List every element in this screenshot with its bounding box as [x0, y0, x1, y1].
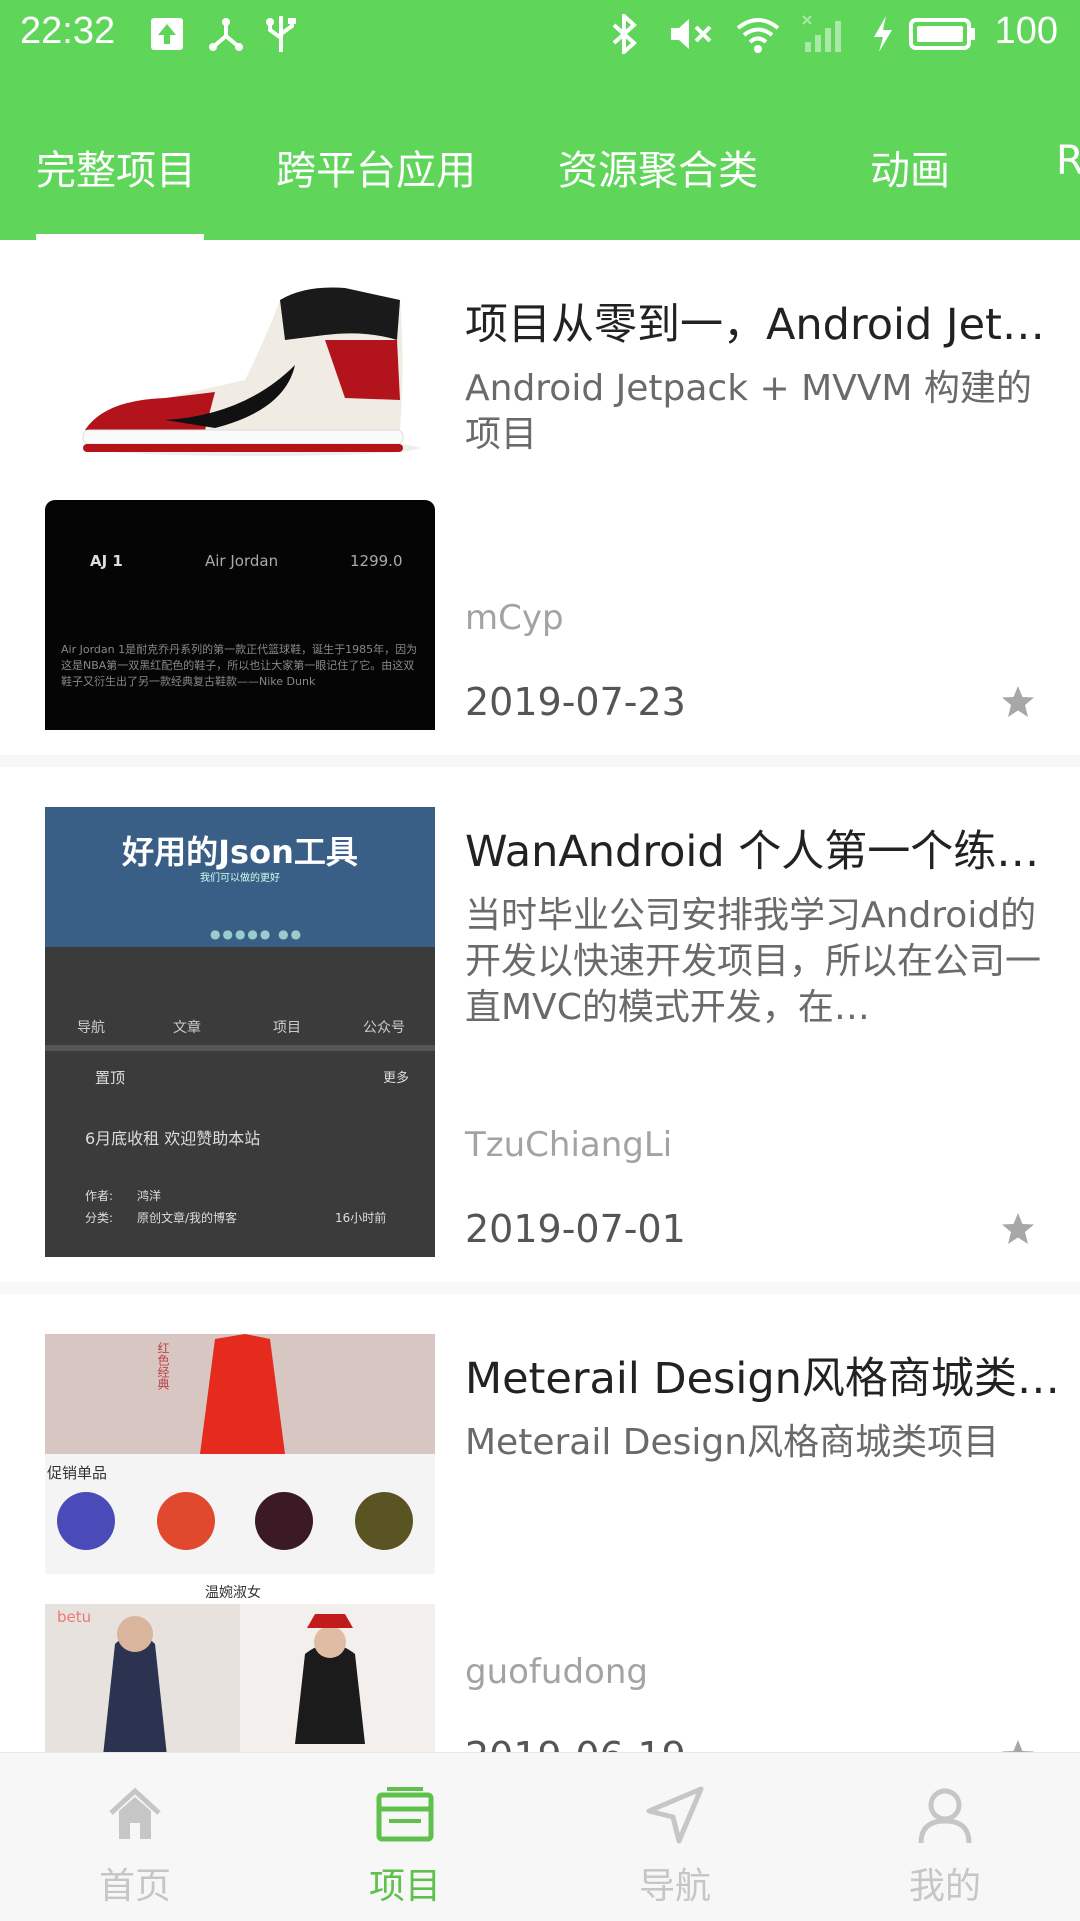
category-tabs: 完整项目 跨平台应用 资源聚合类 动画 R	[0, 120, 1080, 240]
charging-icon	[870, 14, 896, 54]
project-description: Android Jetpack + MVVM 构建的项目	[465, 368, 1032, 455]
tab-complete-projects[interactable]: 完整项目	[36, 138, 196, 196]
tab-animation[interactable]: 动画	[870, 138, 950, 196]
tab-more[interactable]: R	[1056, 138, 1080, 184]
nav-navigation[interactable]: 导航	[540, 1753, 810, 1921]
product-card-preview: AJ 1 Air Jordan 1299.0 Air Jordan 1是耐克乔丹…	[45, 500, 435, 730]
project-description: 当时毕业公司安排我学习Android的开发以快速开发项目，所以在公司一直MVC的…	[465, 895, 1042, 1028]
project-thumbnail: AJ 1 Air Jordan 1299.0 Air Jordan 1是耐克乔丹…	[45, 280, 435, 730]
usb-icon	[263, 14, 299, 54]
home-icon	[109, 1787, 161, 1839]
nav-home[interactable]: 首页	[0, 1753, 270, 1921]
project-card[interactable]: 红色经典 促销单品 温婉淑女 betu Meterail Design风格商城类…	[0, 1294, 1080, 1752]
tab-resource-aggregation[interactable]: 资源聚合类	[558, 138, 758, 196]
nav-profile[interactable]: 我的	[810, 1753, 1080, 1921]
fashion-gallery: betu	[45, 1604, 435, 1752]
project-date: 2019-07-01	[465, 1207, 686, 1251]
bottom-navigation: 首页 项目 导航 我的	[0, 1752, 1080, 1921]
project-card[interactable]: 好用的Json工具 我们可以做的更好 ●●●●● ●● 导航 文章 项目 公众号…	[0, 767, 1080, 1282]
project-title: WanAndroid 个人第一个练…	[465, 827, 1040, 877]
project-title: Meterail Design风格商城类…	[465, 1354, 1060, 1404]
sneaker-image	[45, 280, 435, 480]
project-author: mCyp	[465, 598, 564, 638]
status-bar: 22:32 100	[0, 0, 1080, 70]
fashion-banner: 红色经典	[45, 1334, 435, 1454]
upload-icon	[148, 14, 186, 54]
project-card[interactable]: AJ 1 Air Jordan 1299.0 Air Jordan 1是耐克乔丹…	[0, 240, 1080, 755]
favorite-star-icon[interactable]	[1000, 684, 1036, 720]
nav-project[interactable]: 项目	[270, 1753, 540, 1921]
profile-icon	[918, 1788, 972, 1844]
favorite-star-icon[interactable]	[1000, 1211, 1036, 1247]
project-author: TzuChiangLi	[465, 1125, 673, 1165]
tab-cross-platform[interactable]: 跨平台应用	[276, 138, 476, 196]
json-app-content: 导航 文章 项目 公众号 置顶 更多 6月底收租 欢迎赞助本站 作者: 鸿洋 分…	[45, 947, 435, 1257]
status-time: 22:32	[20, 10, 116, 52]
battery-level: 100	[994, 10, 1058, 52]
json-app-banner: 好用的Json工具 我们可以做的更好 ●●●●● ●●	[45, 807, 435, 947]
project-thumbnail: 红色经典 促销单品 温婉淑女 betu	[45, 1334, 435, 1752]
wifi-icon	[733, 14, 783, 54]
project-date: 2019-06-19	[465, 1734, 686, 1752]
signal-icon	[800, 14, 850, 54]
nav-label: 我的	[908, 1866, 981, 1907]
project-list[interactable]: AJ 1 Air Jordan 1299.0 Air Jordan 1是耐克乔丹…	[0, 240, 1080, 1752]
bluetooth-icon	[608, 14, 642, 54]
project-thumbnail: 好用的Json工具 我们可以做的更好 ●●●●● ●● 导航 文章 项目 公众号…	[45, 807, 435, 1257]
project-description: Meterail Design风格商城类项目	[465, 1422, 1000, 1463]
share-icon	[205, 14, 247, 54]
navigation-icon	[646, 1786, 704, 1844]
project-author: guofudong	[465, 1652, 648, 1692]
project-icon	[376, 1787, 434, 1842]
project-date: 2019-07-23	[465, 680, 686, 724]
nav-label: 项目	[368, 1866, 441, 1907]
battery-icon	[908, 14, 978, 54]
nav-label: 首页	[98, 1866, 171, 1907]
favorite-star-icon[interactable]	[1000, 1738, 1036, 1752]
nav-label: 导航	[638, 1866, 711, 1907]
app-header: 22:32 100 完整项目 跨平台应用 资源聚合类 动画 R	[0, 0, 1080, 240]
project-title: 项目从零到一，Android Jet…	[465, 300, 1045, 350]
mute-icon	[668, 14, 714, 54]
